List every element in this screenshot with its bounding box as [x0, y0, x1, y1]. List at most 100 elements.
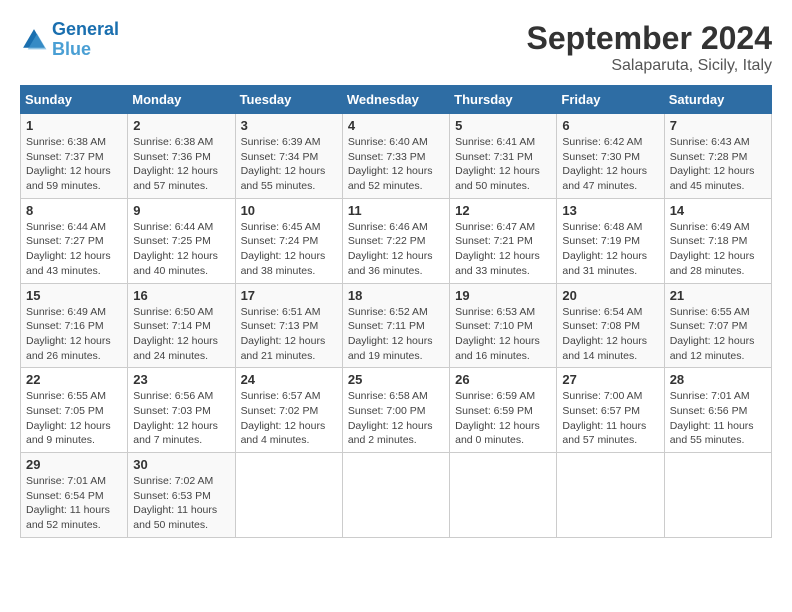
calendar-cell: 30 Sunrise: 7:02 AMSunset: 6:53 PMDaylig…: [128, 453, 235, 538]
calendar-cell: 14 Sunrise: 6:49 AMSunset: 7:18 PMDaylig…: [664, 198, 771, 283]
calendar-cell: [342, 453, 449, 538]
day-detail: Sunrise: 6:55 AMSunset: 7:05 PMDaylight:…: [26, 389, 122, 448]
calendar-cell: 16 Sunrise: 6:50 AMSunset: 7:14 PMDaylig…: [128, 283, 235, 368]
day-number: 17: [241, 288, 337, 303]
logo-icon: [20, 26, 48, 54]
calendar-cell: 10 Sunrise: 6:45 AMSunset: 7:24 PMDaylig…: [235, 198, 342, 283]
day-detail: Sunrise: 6:49 AMSunset: 7:16 PMDaylight:…: [26, 305, 122, 364]
day-number: 9: [133, 203, 229, 218]
calendar-cell: 5 Sunrise: 6:41 AMSunset: 7:31 PMDayligh…: [450, 114, 557, 199]
weekday-header-sunday: Sunday: [21, 86, 128, 114]
day-number: 24: [241, 372, 337, 387]
calendar-week-5: 29 Sunrise: 7:01 AMSunset: 6:54 PMDaylig…: [21, 453, 772, 538]
calendar-week-4: 22 Sunrise: 6:55 AMSunset: 7:05 PMDaylig…: [21, 368, 772, 453]
day-detail: Sunrise: 6:55 AMSunset: 7:07 PMDaylight:…: [670, 305, 766, 364]
day-number: 27: [562, 372, 658, 387]
day-number: 19: [455, 288, 551, 303]
calendar-cell: 19 Sunrise: 6:53 AMSunset: 7:10 PMDaylig…: [450, 283, 557, 368]
day-number: 20: [562, 288, 658, 303]
day-detail: Sunrise: 6:53 AMSunset: 7:10 PMDaylight:…: [455, 305, 551, 364]
day-detail: Sunrise: 6:56 AMSunset: 7:03 PMDaylight:…: [133, 389, 229, 448]
day-detail: Sunrise: 7:00 AMSunset: 6:57 PMDaylight:…: [562, 389, 658, 448]
calendar-cell: 8 Sunrise: 6:44 AMSunset: 7:27 PMDayligh…: [21, 198, 128, 283]
calendar-cell: 26 Sunrise: 6:59 AMSunset: 6:59 PMDaylig…: [450, 368, 557, 453]
calendar-cell: 11 Sunrise: 6:46 AMSunset: 7:22 PMDaylig…: [342, 198, 449, 283]
day-number: 5: [455, 118, 551, 133]
day-number: 1: [26, 118, 122, 133]
calendar-cell: 4 Sunrise: 6:40 AMSunset: 7:33 PMDayligh…: [342, 114, 449, 199]
logo-text: General Blue: [52, 20, 119, 60]
calendar-week-3: 15 Sunrise: 6:49 AMSunset: 7:16 PMDaylig…: [21, 283, 772, 368]
day-number: 30: [133, 457, 229, 472]
weekday-header-thursday: Thursday: [450, 86, 557, 114]
weekday-header-friday: Friday: [557, 86, 664, 114]
day-number: 26: [455, 372, 551, 387]
page-header: General Blue September 2024 Salaparuta, …: [20, 20, 772, 75]
day-detail: Sunrise: 6:54 AMSunset: 7:08 PMDaylight:…: [562, 305, 658, 364]
day-detail: Sunrise: 7:01 AMSunset: 6:54 PMDaylight:…: [26, 474, 122, 533]
day-number: 22: [26, 372, 122, 387]
day-number: 29: [26, 457, 122, 472]
day-detail: Sunrise: 6:42 AMSunset: 7:30 PMDaylight:…: [562, 135, 658, 194]
day-detail: Sunrise: 7:01 AMSunset: 6:56 PMDaylight:…: [670, 389, 766, 448]
title-block: September 2024 Salaparuta, Sicily, Italy: [527, 20, 772, 75]
calendar-cell: 3 Sunrise: 6:39 AMSunset: 7:34 PMDayligh…: [235, 114, 342, 199]
day-detail: Sunrise: 7:02 AMSunset: 6:53 PMDaylight:…: [133, 474, 229, 533]
calendar-cell: 25 Sunrise: 6:58 AMSunset: 7:00 PMDaylig…: [342, 368, 449, 453]
day-detail: Sunrise: 6:51 AMSunset: 7:13 PMDaylight:…: [241, 305, 337, 364]
calendar-cell: 20 Sunrise: 6:54 AMSunset: 7:08 PMDaylig…: [557, 283, 664, 368]
day-number: 15: [26, 288, 122, 303]
location-subtitle: Salaparuta, Sicily, Italy: [527, 57, 772, 75]
day-detail: Sunrise: 6:59 AMSunset: 6:59 PMDaylight:…: [455, 389, 551, 448]
day-number: 28: [670, 372, 766, 387]
calendar-cell: 29 Sunrise: 7:01 AMSunset: 6:54 PMDaylig…: [21, 453, 128, 538]
day-detail: Sunrise: 6:49 AMSunset: 7:18 PMDaylight:…: [670, 220, 766, 279]
day-number: 11: [348, 203, 444, 218]
day-number: 14: [670, 203, 766, 218]
day-detail: Sunrise: 6:41 AMSunset: 7:31 PMDaylight:…: [455, 135, 551, 194]
day-number: 16: [133, 288, 229, 303]
weekday-header-wednesday: Wednesday: [342, 86, 449, 114]
day-number: 6: [562, 118, 658, 133]
calendar-cell: 12 Sunrise: 6:47 AMSunset: 7:21 PMDaylig…: [450, 198, 557, 283]
calendar-cell: 28 Sunrise: 7:01 AMSunset: 6:56 PMDaylig…: [664, 368, 771, 453]
day-number: 25: [348, 372, 444, 387]
day-detail: Sunrise: 6:50 AMSunset: 7:14 PMDaylight:…: [133, 305, 229, 364]
calendar-cell: 15 Sunrise: 6:49 AMSunset: 7:16 PMDaylig…: [21, 283, 128, 368]
calendar-cell: 27 Sunrise: 7:00 AMSunset: 6:57 PMDaylig…: [557, 368, 664, 453]
calendar-cell: [235, 453, 342, 538]
logo: General Blue: [20, 20, 119, 60]
month-title: September 2024: [527, 20, 772, 57]
day-detail: Sunrise: 6:44 AMSunset: 7:27 PMDaylight:…: [26, 220, 122, 279]
calendar-week-2: 8 Sunrise: 6:44 AMSunset: 7:27 PMDayligh…: [21, 198, 772, 283]
calendar-cell: 24 Sunrise: 6:57 AMSunset: 7:02 PMDaylig…: [235, 368, 342, 453]
calendar-cell: 18 Sunrise: 6:52 AMSunset: 7:11 PMDaylig…: [342, 283, 449, 368]
day-number: 13: [562, 203, 658, 218]
calendar-cell: 13 Sunrise: 6:48 AMSunset: 7:19 PMDaylig…: [557, 198, 664, 283]
day-number: 23: [133, 372, 229, 387]
day-detail: Sunrise: 6:46 AMSunset: 7:22 PMDaylight:…: [348, 220, 444, 279]
day-number: 4: [348, 118, 444, 133]
day-detail: Sunrise: 6:57 AMSunset: 7:02 PMDaylight:…: [241, 389, 337, 448]
day-number: 3: [241, 118, 337, 133]
calendar-week-1: 1 Sunrise: 6:38 AMSunset: 7:37 PMDayligh…: [21, 114, 772, 199]
day-detail: Sunrise: 6:39 AMSunset: 7:34 PMDaylight:…: [241, 135, 337, 194]
calendar-cell: 17 Sunrise: 6:51 AMSunset: 7:13 PMDaylig…: [235, 283, 342, 368]
calendar-cell: 2 Sunrise: 6:38 AMSunset: 7:36 PMDayligh…: [128, 114, 235, 199]
day-detail: Sunrise: 6:48 AMSunset: 7:19 PMDaylight:…: [562, 220, 658, 279]
calendar-cell: [450, 453, 557, 538]
day-detail: Sunrise: 6:52 AMSunset: 7:11 PMDaylight:…: [348, 305, 444, 364]
calendar-cell: [557, 453, 664, 538]
weekday-header-tuesday: Tuesday: [235, 86, 342, 114]
calendar-table: SundayMondayTuesdayWednesdayThursdayFrid…: [20, 85, 772, 538]
calendar-cell: 9 Sunrise: 6:44 AMSunset: 7:25 PMDayligh…: [128, 198, 235, 283]
day-detail: Sunrise: 6:40 AMSunset: 7:33 PMDaylight:…: [348, 135, 444, 194]
day-number: 10: [241, 203, 337, 218]
day-number: 2: [133, 118, 229, 133]
day-number: 21: [670, 288, 766, 303]
day-detail: Sunrise: 6:47 AMSunset: 7:21 PMDaylight:…: [455, 220, 551, 279]
calendar-cell: 7 Sunrise: 6:43 AMSunset: 7:28 PMDayligh…: [664, 114, 771, 199]
day-number: 18: [348, 288, 444, 303]
calendar-cell: 6 Sunrise: 6:42 AMSunset: 7:30 PMDayligh…: [557, 114, 664, 199]
day-detail: Sunrise: 6:44 AMSunset: 7:25 PMDaylight:…: [133, 220, 229, 279]
